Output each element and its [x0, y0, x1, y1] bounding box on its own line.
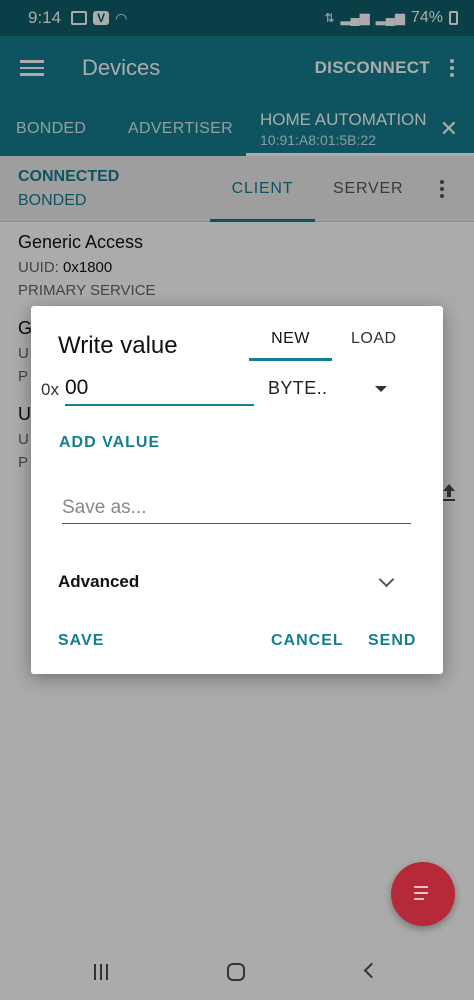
tab-load[interactable]: LOAD	[351, 330, 397, 348]
write-value-dialog: Write value NEW LOAD 0x BYTE.. ADD VALUE…	[31, 306, 443, 674]
home-icon[interactable]	[227, 963, 245, 981]
format-select[interactable]: BYTE..	[268, 378, 327, 399]
hex-prefix: 0x	[41, 380, 59, 399]
send-button[interactable]: SEND	[368, 632, 416, 650]
recent-apps-icon[interactable]	[94, 964, 108, 980]
dropdown-arrow-icon[interactable]	[375, 386, 387, 392]
save-as-input[interactable]	[62, 492, 411, 524]
chevron-down-icon[interactable]	[378, 571, 395, 588]
log-fab-button[interactable]	[391, 862, 455, 926]
advanced-section[interactable]: Advanced	[58, 572, 139, 592]
add-value-button[interactable]: ADD VALUE	[59, 434, 160, 452]
value-input[interactable]	[65, 372, 254, 406]
cancel-button[interactable]: CANCEL	[271, 632, 344, 650]
dialog-title: Write value	[58, 332, 178, 359]
tab-new[interactable]: NEW	[249, 330, 332, 361]
back-icon[interactable]	[363, 962, 380, 979]
save-button[interactable]: SAVE	[58, 632, 104, 650]
list-icon	[414, 886, 428, 904]
navigation-bar	[0, 944, 474, 1000]
